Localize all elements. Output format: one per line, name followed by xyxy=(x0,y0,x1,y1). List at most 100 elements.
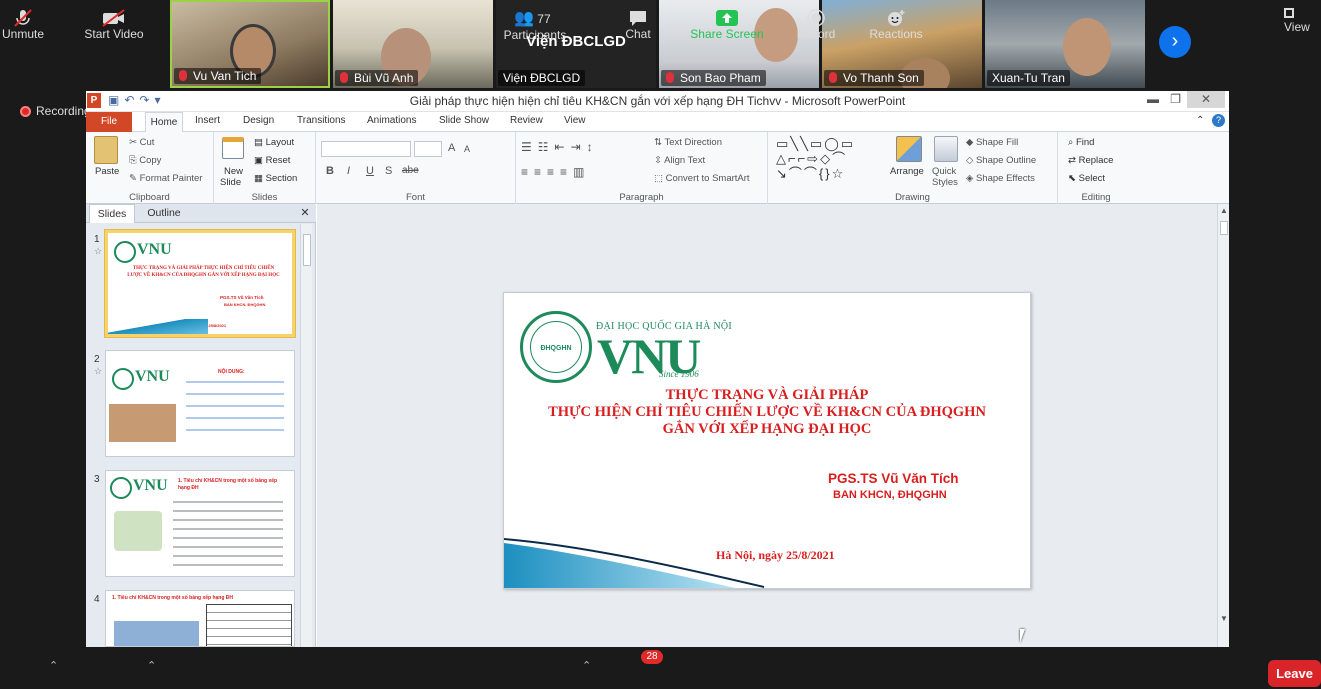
tab-slide-show[interactable]: Slide Show xyxy=(439,115,489,126)
participant-tile-xuan-tu-tran[interactable]: Xuan-Tu Tran xyxy=(985,0,1145,88)
powerpoint-window: P ▣↶↷▾ Giải pháp thực hiện hiện chỉ tiêu… xyxy=(86,91,1229,647)
scroll-up-icon[interactable]: ▲ xyxy=(1220,206,1228,215)
thumb-title: THỰC TRẠNG VÀ GIẢI PHÁP THỰC HIỆN CHỈ TI… xyxy=(127,266,280,278)
arrange-icon[interactable] xyxy=(896,136,922,162)
unmute-button[interactable]: Unmute xyxy=(0,0,46,41)
align-buttons[interactable]: ≡≡≡≡▥ xyxy=(521,165,590,179)
shadow-button[interactable]: S xyxy=(385,165,392,177)
tab-file[interactable]: File xyxy=(86,112,132,132)
shape-outline-button[interactable]: ◇ Shape Outline xyxy=(966,155,1036,166)
quick-styles-icon[interactable] xyxy=(934,136,958,162)
tab-view[interactable]: View xyxy=(564,115,586,126)
underline-button[interactable]: U xyxy=(366,165,374,177)
layout-icon: ▤ xyxy=(254,137,266,148)
slide-thumbnail-1[interactable]: VNU THỰC TRẠNG VÀ GIẢI PHÁP THỰC HIỆN CH… xyxy=(105,230,295,337)
font-size-select[interactable] xyxy=(414,141,442,157)
tab-animations[interactable]: Animations xyxy=(367,115,416,126)
tab-transitions[interactable]: Transitions xyxy=(297,115,346,126)
animation-star-icon: ☆ xyxy=(94,366,103,376)
tab-design[interactable]: Design xyxy=(243,115,274,126)
chat-button[interactable]: Chat xyxy=(616,0,660,41)
quick-styles-button-label[interactable]: Styles xyxy=(932,177,958,188)
participants-button[interactable]: 👥 77 Participants xyxy=(500,0,570,42)
reset-button[interactable]: ▣ Reset xyxy=(254,155,290,166)
arrange-button[interactable]: Arrange xyxy=(890,166,924,177)
shape-effects-button[interactable]: ◈ Shape Effects xyxy=(966,173,1035,184)
tab-outline[interactable]: Outline xyxy=(138,204,190,223)
recording-indicator[interactable]: Recording xyxy=(20,104,91,118)
find-button[interactable]: ⌕ Find xyxy=(1068,137,1094,148)
outdent-icon[interactable]: ⇥ xyxy=(571,140,587,154)
participant-tile-bui-vu-anh[interactable]: Bùi Vũ Anh xyxy=(333,0,493,88)
replace-button[interactable]: ⇄ Replace xyxy=(1068,155,1113,166)
align-left-icon[interactable]: ≡ xyxy=(521,165,534,179)
participants-options-chevron-up-icon[interactable]: ⌃ xyxy=(582,659,591,672)
grow-font-button[interactable]: A xyxy=(448,142,455,154)
new-slide-icon[interactable] xyxy=(222,137,244,159)
paste-icon[interactable] xyxy=(94,136,118,164)
current-slide[interactable]: ĐHQGHN ĐẠI HỌC QUỐC GIA HÀ NỘI VNU Since… xyxy=(503,292,1031,589)
participant-tile-vu-van-tich[interactable]: Vu Van Tich xyxy=(170,0,330,88)
slide-thumbnail-4[interactable]: 1. Tiêu chí KH&CN trong một số bảng xếp … xyxy=(105,590,295,647)
paste-button[interactable]: Paste xyxy=(95,166,119,177)
minimize-icon[interactable]: ▬ xyxy=(1147,92,1159,106)
pane-scrollbar[interactable] xyxy=(300,224,312,647)
vnu-logo-icon xyxy=(110,477,132,499)
participant-video xyxy=(1063,18,1111,76)
editor-scrollbar[interactable]: ▲ ▼ xyxy=(1217,204,1229,647)
reactions-button[interactable]: Reactions xyxy=(866,0,926,41)
line-spacing-icon[interactable]: ↕ xyxy=(587,140,599,154)
convert-smartart-button[interactable]: ⬚ Convert to SmartArt xyxy=(654,173,750,184)
format-painter-button[interactable]: ✎ Format Painter xyxy=(129,173,202,184)
next-participants-button[interactable]: › xyxy=(1159,26,1191,58)
select-button[interactable]: ⬉ Select xyxy=(1068,173,1105,184)
audio-options-chevron-up-icon[interactable]: ⌃ xyxy=(49,659,58,672)
share-screen-button[interactable]: Share Screen xyxy=(688,0,766,41)
shape-fill-button[interactable]: ◆ Shape Fill xyxy=(966,137,1018,148)
start-video-button[interactable]: Start Video xyxy=(82,0,146,41)
leave-button[interactable]: Leave xyxy=(1268,660,1321,687)
video-options-chevron-up-icon[interactable]: ⌃ xyxy=(147,659,156,672)
align-right-icon[interactable]: ≡ xyxy=(547,165,560,179)
thumb-image xyxy=(109,404,176,442)
shrink-font-button[interactable]: A xyxy=(464,144,470,154)
numbering-icon[interactable]: ☷ xyxy=(538,140,555,154)
cut-button[interactable]: ✂ Cut xyxy=(129,137,154,148)
columns-icon[interactable]: ▥ xyxy=(573,165,590,179)
drawing-group: ▭╲╲▭◯▭ △⌐⌐⇨◇⌒ ↘⌒⌒{}☆ Arrange Quick Styles … xyxy=(768,132,1058,204)
font-family-select[interactable] xyxy=(321,141,411,157)
scroll-down-icon[interactable]: ▼ xyxy=(1220,614,1228,623)
justify-icon[interactable]: ≡ xyxy=(560,165,573,179)
ribbon-minimize-icon[interactable]: ⌃ xyxy=(1196,115,1204,126)
slide-thumbnail-3[interactable]: VNU 1. Tiêu chí KH&CN trong một số bảng … xyxy=(105,470,295,577)
section-button[interactable]: ▦ Section xyxy=(254,173,297,184)
pane-scroll-thumb[interactable] xyxy=(303,234,311,266)
align-center-icon[interactable]: ≡ xyxy=(534,165,547,179)
bold-button[interactable]: B xyxy=(326,165,334,177)
slide-thumbnail-2[interactable]: VNU NỘI DUNG: xyxy=(105,350,295,457)
strikethrough-button[interactable]: abe xyxy=(402,165,419,176)
shapes-gallery[interactable]: ▭╲╲▭◯▭ △⌐⌐⇨◇⌒ ↘⌒⌒{}☆ xyxy=(776,136,881,182)
tab-insert[interactable]: Insert xyxy=(195,115,220,126)
indent-icon[interactable]: ⇤ xyxy=(555,140,571,154)
quick-styles-button[interactable]: Quick xyxy=(932,166,956,177)
view-button[interactable]: View xyxy=(1284,6,1321,34)
italic-button[interactable]: I xyxy=(347,165,350,177)
text-direction-button[interactable]: ⇅ Text Direction xyxy=(654,137,722,148)
new-slide-button-label[interactable]: Slide xyxy=(220,177,241,188)
layout-button[interactable]: ▤ Layout xyxy=(254,137,294,148)
close-icon[interactable]: ✕ xyxy=(1187,91,1225,108)
restore-icon[interactable]: ❐ xyxy=(1170,92,1181,106)
record-button[interactable]: Record xyxy=(793,0,839,41)
list-buttons[interactable]: ☰☷⇤⇥↕ xyxy=(521,140,599,154)
tab-slides[interactable]: Slides xyxy=(89,204,135,223)
copy-button[interactable]: ⎘ Copy xyxy=(129,155,161,166)
tab-review[interactable]: Review xyxy=(510,115,543,126)
editor-scroll-thumb[interactable] xyxy=(1220,221,1228,235)
tab-home[interactable]: Home xyxy=(145,112,183,133)
close-pane-icon[interactable]: ✕ xyxy=(298,204,312,223)
bullets-icon[interactable]: ☰ xyxy=(521,140,538,154)
new-slide-button[interactable]: New xyxy=(224,166,243,177)
help-icon[interactable]: ? xyxy=(1212,114,1225,127)
align-text-button[interactable]: ⇳ Align Text xyxy=(654,155,705,166)
